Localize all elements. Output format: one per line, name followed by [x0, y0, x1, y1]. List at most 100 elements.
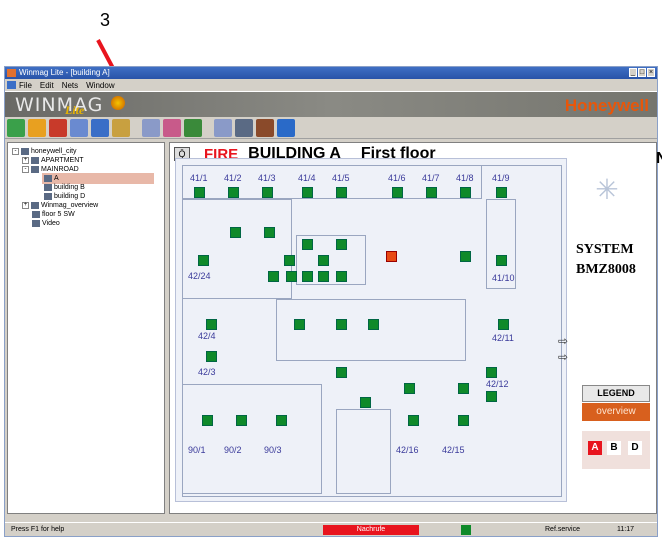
minimize-button[interactable]: _ [629, 68, 637, 77]
menu-file[interactable]: File [19, 79, 32, 91]
keyboard-icon[interactable] [112, 118, 130, 137]
tree-item-mainroad[interactable]: - MAINROAD [22, 165, 79, 174]
building-icon [31, 201, 39, 209]
detector[interactable] [496, 255, 507, 266]
menu-window[interactable]: Window [86, 79, 114, 91]
menu-nets[interactable]: Nets [62, 79, 78, 91]
window-icon[interactable] [91, 118, 109, 137]
west-block [182, 199, 292, 299]
next-page-icon[interactable]: ⇨ [558, 349, 568, 365]
document-icon[interactable] [7, 81, 16, 89]
detector[interactable] [268, 271, 279, 282]
detector[interactable] [202, 415, 213, 426]
detector[interactable] [318, 271, 329, 282]
detector[interactable] [318, 255, 329, 266]
detector[interactable] [486, 391, 497, 402]
system-label: SYSTEM BMZ8008 [576, 242, 636, 277]
detector[interactable] [404, 383, 415, 394]
tag-delete-icon[interactable] [163, 118, 181, 137]
section-b-button[interactable]: B [607, 441, 621, 455]
detector[interactable] [228, 187, 239, 198]
page-arrows[interactable]: ⇨ ⇨ [558, 333, 568, 365]
tree-item-building-d[interactable]: building D [44, 192, 85, 201]
detector[interactable] [336, 187, 347, 198]
floor-icon [44, 192, 52, 200]
title-bar[interactable]: Winmag Lite - [building A] _ □ × [5, 67, 657, 79]
detector[interactable] [392, 187, 403, 198]
alarm-status[interactable]: Nachrufe [323, 525, 419, 535]
detector[interactable] [230, 227, 241, 238]
status-bar: Press F1 for help Nachrufe Ref.service 1… [5, 522, 657, 536]
section-selector: A B D [582, 431, 650, 469]
tools-icon[interactable] [235, 118, 253, 137]
detector[interactable] [368, 319, 379, 330]
detector[interactable] [194, 187, 205, 198]
room-label: 42/4 [198, 331, 216, 341]
detector[interactable] [206, 319, 217, 330]
detector[interactable] [276, 415, 287, 426]
detector[interactable] [198, 255, 209, 266]
maximize-button[interactable]: □ [638, 68, 646, 77]
open-icon[interactable] [28, 118, 46, 137]
exit-icon[interactable] [7, 118, 25, 137]
detector[interactable] [496, 187, 507, 198]
detector[interactable] [336, 271, 347, 282]
detector[interactable] [302, 239, 313, 250]
help-icon[interactable] [277, 118, 295, 137]
brand-lite: Lite [65, 103, 85, 117]
next-page-icon[interactable]: ⇨ [558, 333, 568, 349]
detector[interactable] [302, 187, 313, 198]
detector[interactable] [498, 319, 509, 330]
detector[interactable] [284, 255, 295, 266]
north-label: N [656, 150, 662, 167]
brand-banner: WINMAG Lite Honeywell [5, 92, 657, 117]
detector[interactable] [408, 415, 419, 426]
tag-edit-icon[interactable] [214, 118, 232, 137]
detector[interactable] [236, 415, 247, 426]
corridor-block [276, 299, 466, 361]
menu-edit[interactable]: Edit [40, 79, 54, 91]
room-label: 90/1 [188, 445, 206, 455]
tree-item-honeywell-city[interactable]: - honeywell_city [12, 147, 77, 156]
tree-item-overview[interactable]: + Winmag_overview [22, 201, 98, 210]
room-label: 41/9 [492, 173, 510, 183]
close-button[interactable]: × [647, 68, 655, 77]
detector[interactable] [286, 271, 297, 282]
room-label: 41/2 [224, 173, 242, 183]
floor-icon [44, 183, 52, 191]
tree-item-video[interactable]: Video [32, 219, 60, 228]
detector-alarm[interactable] [386, 251, 397, 262]
section-d-button[interactable]: D [628, 441, 642, 455]
tree-item-apartment[interactable]: + APARTMENT [22, 156, 84, 165]
detector[interactable] [360, 397, 371, 408]
detector[interactable] [264, 227, 275, 238]
detector[interactable] [486, 367, 497, 378]
detector[interactable] [336, 239, 347, 250]
tree-item-a[interactable]: A [44, 174, 59, 183]
legend-button[interactable]: LEGEND [582, 385, 650, 402]
detector[interactable] [206, 351, 217, 362]
section-a-button[interactable]: A [588, 441, 602, 455]
toolbar [5, 117, 657, 139]
detector[interactable] [458, 415, 469, 426]
tree-item-building-b[interactable]: building B [44, 183, 85, 192]
detector[interactable] [460, 187, 471, 198]
detector[interactable] [302, 271, 313, 282]
detector[interactable] [294, 319, 305, 330]
detector[interactable] [336, 367, 347, 378]
stop-icon[interactable] [49, 118, 67, 137]
floor-plan[interactable]: 41/1 41/2 41/3 41/4 41/5 41/6 41/7 41/8 41/9 42/2… [175, 158, 567, 502]
tag-icon[interactable] [142, 118, 160, 137]
tag-check-icon[interactable] [184, 118, 202, 137]
tree-item-floor5[interactable]: floor 5 SW [32, 210, 75, 219]
detector[interactable] [336, 319, 347, 330]
grid-icon[interactable] [256, 118, 274, 137]
print-icon[interactable] [70, 118, 88, 137]
detector[interactable] [458, 383, 469, 394]
overview-button[interactable]: overview [582, 403, 650, 421]
detector[interactable] [460, 251, 471, 262]
detector[interactable] [262, 187, 273, 198]
object-tree[interactable]: - honeywell_city + APARTMENT - MAINROAD A b… [7, 142, 165, 514]
compass-rose-icon: ✳ [595, 174, 619, 205]
detector[interactable] [426, 187, 437, 198]
